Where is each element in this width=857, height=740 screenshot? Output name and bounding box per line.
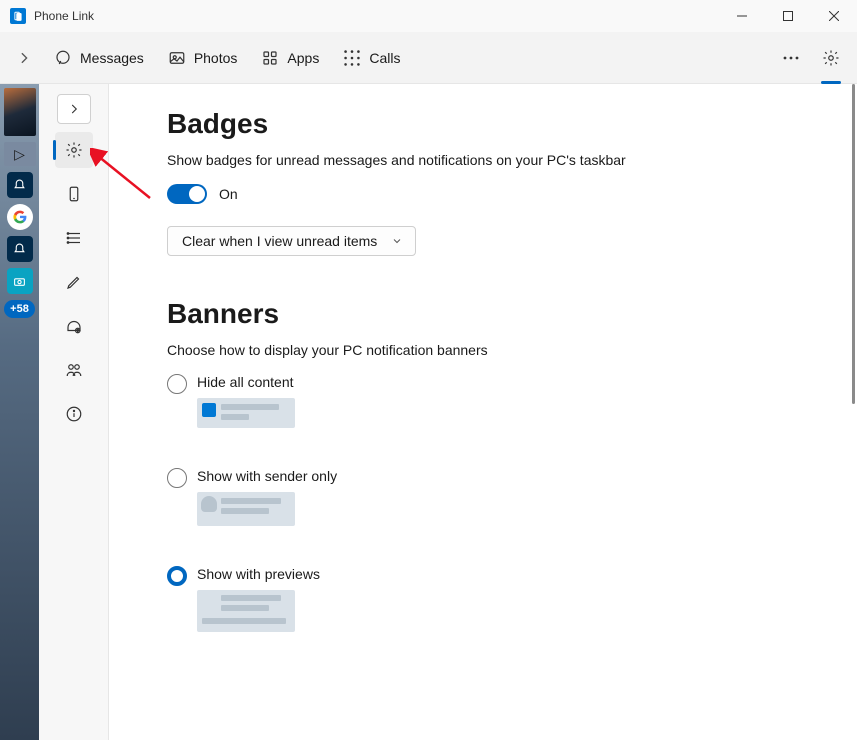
sidebar-item-about[interactable] (55, 396, 93, 432)
banner-preview-icon (197, 492, 295, 526)
radio-label: Hide all content (197, 374, 295, 390)
banners-description: Choose how to display your PC notificati… (167, 342, 817, 358)
sidebar-item-troubleshoot[interactable]: ? (55, 308, 93, 344)
radio-label: Show with previews (197, 566, 320, 582)
banner-preview-icon (197, 398, 295, 428)
dropdown-value: Clear when I view unread items (182, 233, 377, 249)
tab-calls[interactable]: Calls (331, 32, 412, 84)
top-nav: Messages Photos Apps Calls (0, 32, 857, 84)
settings-sidebar: ? (39, 84, 109, 740)
tab-apps[interactable]: Apps (249, 32, 331, 84)
tab-label: Calls (369, 50, 400, 66)
tab-photos[interactable]: Photos (156, 32, 250, 84)
camera-icon (7, 268, 33, 294)
app-title: Phone Link (34, 9, 94, 23)
close-button[interactable] (811, 0, 857, 32)
minimize-button[interactable] (719, 0, 765, 32)
sidebar-item-personalize[interactable] (55, 264, 93, 300)
sidebar-item-feedback[interactable] (55, 352, 93, 388)
app-icon (10, 8, 26, 24)
play-icon: ▷ (4, 142, 36, 166)
count-badge: +58 (4, 300, 35, 318)
desktop-strip: ▷ +58 (0, 84, 39, 740)
google-icon (7, 204, 33, 230)
sidebar-item-devices[interactable] (55, 176, 93, 212)
sidebar-item-features[interactable] (55, 220, 93, 256)
back-button[interactable] (6, 40, 42, 76)
titlebar: Phone Link (0, 0, 857, 32)
tab-label: Messages (80, 50, 144, 66)
section-heading-banners: Banners (167, 298, 817, 330)
settings-content: Badges Show badges for unread messages a… (109, 84, 857, 740)
badges-toggle-label: On (219, 186, 238, 202)
section-heading-badges: Badges (167, 108, 817, 140)
radio-label: Show with sender only (197, 468, 337, 484)
badges-toggle[interactable] (167, 184, 207, 204)
banner-option-sender-only[interactable]: Show with sender only (167, 468, 817, 526)
clear-badges-dropdown[interactable]: Clear when I view unread items (167, 226, 416, 256)
banner-preview-icon (197, 590, 295, 632)
thumbnail-icon (4, 88, 36, 136)
radio-icon (167, 566, 187, 586)
scrollbar[interactable] (852, 84, 855, 404)
tab-messages[interactable]: Messages (42, 32, 156, 84)
expand-sidebar-button[interactable] (57, 94, 91, 124)
window-controls (719, 0, 857, 32)
bell-icon (7, 236, 33, 262)
tab-label: Apps (287, 50, 319, 66)
badges-description: Show badges for unread messages and noti… (167, 152, 817, 168)
svg-text:?: ? (76, 329, 78, 333)
chevron-down-icon (391, 235, 403, 247)
bell-icon (7, 172, 33, 198)
tab-label: Photos (194, 50, 238, 66)
settings-button[interactable] (811, 38, 851, 78)
banner-option-previews[interactable]: Show with previews (167, 566, 817, 632)
radio-icon (167, 374, 187, 394)
banner-option-hide-all[interactable]: Hide all content (167, 374, 817, 428)
radio-icon (167, 468, 187, 488)
maximize-button[interactable] (765, 0, 811, 32)
sidebar-item-general[interactable] (55, 132, 93, 168)
more-button[interactable] (771, 38, 811, 78)
